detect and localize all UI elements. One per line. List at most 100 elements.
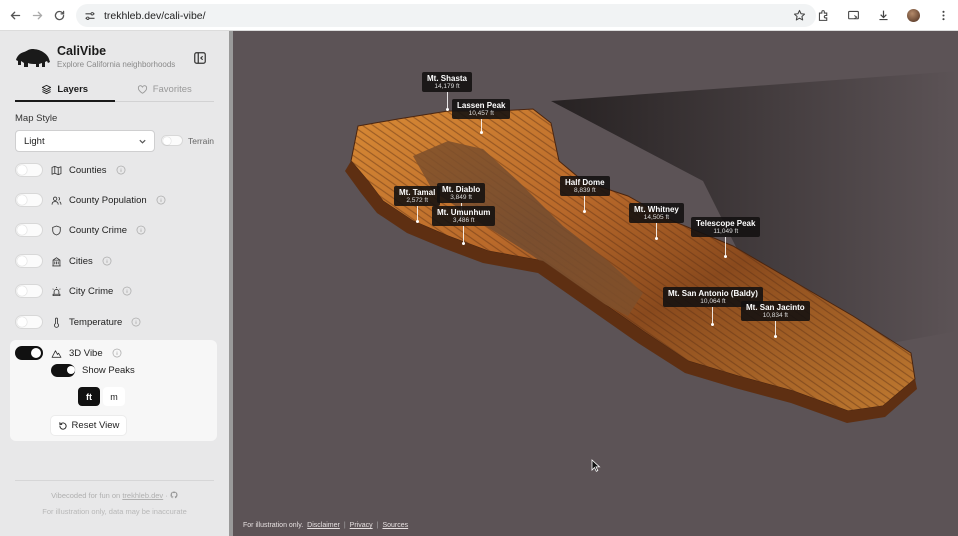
more-menu-icon[interactable] — [934, 4, 952, 26]
info-icon[interactable] — [122, 286, 132, 296]
info-icon[interactable] — [112, 348, 122, 358]
footer-credit: Vibecoded for fun on trekhleb.dev · — [0, 491, 229, 500]
peak-stem — [416, 206, 418, 220]
show-peaks-toggle[interactable] — [51, 364, 75, 377]
layer-row-county-crime: County Crime — [15, 221, 146, 239]
bookmark-star-icon[interactable] — [793, 9, 806, 22]
info-icon[interactable] — [156, 195, 166, 205]
reset-icon — [58, 421, 67, 430]
cities-toggle[interactable] — [15, 254, 43, 268]
privacy-link[interactable]: Privacy — [350, 522, 373, 529]
peak-label: Mt. Umunhum 3,486 ft — [432, 206, 496, 226]
peak-lassen-peak[interactable]: Lassen Peak 10,457 ft — [452, 99, 511, 134]
peak-half-dome[interactable]: Half Dome 8,839 ft — [560, 176, 610, 213]
download-icon[interactable] — [874, 4, 892, 26]
city-crime-label: City Crime — [69, 285, 114, 297]
peak-telescope-peak[interactable]: Telescope Peak 11,049 ft — [691, 217, 761, 258]
vibe-options-card: 3D Vibe Show Peaks ft m Reset View — [10, 340, 217, 441]
sidebar: CaliVibe Explore California neighborhood… — [0, 31, 229, 536]
disclaimer-link[interactable]: Disclaimer — [307, 522, 340, 529]
peak-stem — [463, 226, 465, 242]
layer-row-3d-vibe: 3D Vibe — [15, 344, 122, 362]
layer-row-temperature: Temperature — [15, 313, 141, 331]
info-icon[interactable] — [102, 256, 112, 266]
thermometer-icon — [54, 317, 59, 328]
info-icon[interactable] — [136, 225, 146, 235]
browser-toolbar: trekhleb.dev/cali-vibe/ — [0, 0, 958, 31]
peak-name: Mt. Whitney — [634, 205, 679, 214]
peak-label: Half Dome 8,839 ft — [560, 176, 610, 196]
county-crime-toggle[interactable] — [15, 223, 43, 237]
map-attribution: For illustration only. Disclaimer | Priv… — [243, 522, 408, 529]
peak-label: Mt. Tamal 2,572 ft — [394, 186, 441, 206]
layer-row-cities: Cities — [15, 252, 112, 270]
info-icon[interactable] — [131, 317, 141, 327]
map-icon — [51, 165, 62, 175]
peak-stem — [584, 196, 586, 210]
peak-marker — [773, 335, 777, 338]
extensions-icon[interactable] — [814, 4, 832, 26]
peak-marker — [462, 242, 466, 245]
address-bar[interactable]: trekhleb.dev/cali-vibe/ — [76, 4, 816, 27]
peak-elevation: 3,486 ft — [452, 217, 475, 224]
counties-label: Counties — [69, 164, 107, 176]
peak-elevation: 2,572 ft — [406, 197, 428, 204]
peak-label: Mt. Whitney 14,505 ft — [629, 203, 684, 223]
3d-vibe-toggle[interactable] — [15, 346, 43, 360]
peak-mt-umunhum[interactable]: Mt. Umunhum 3,486 ft — [432, 206, 496, 245]
peak-label: Telescope Peak 11,049 ft — [691, 217, 761, 237]
peak-name: Mt. San Antonio (Baldy) — [668, 289, 758, 298]
info-icon[interactable] — [116, 165, 126, 175]
peak-elevation: 14,179 ft — [434, 83, 460, 90]
reset-view-button[interactable]: Reset View — [51, 416, 126, 435]
peak-elevation: 11,049 ft — [713, 228, 739, 235]
map-canvas[interactable]: Mt. Shasta 14,179 ft Lassen Peak 10,457 … — [233, 31, 958, 536]
peak-mt-whitney[interactable]: Mt. Whitney 14,505 ft — [629, 203, 684, 240]
back-arrow-icon[interactable] — [4, 4, 26, 26]
counties-toggle[interactable] — [15, 163, 43, 177]
site-settings-icon[interactable] — [84, 10, 96, 22]
county-population-label: County Population — [69, 194, 147, 206]
attribution-note: For illustration only. — [243, 522, 304, 529]
cast-icon[interactable] — [844, 4, 862, 26]
siren-icon — [52, 286, 61, 296]
tab-layers[interactable]: Layers — [15, 78, 115, 102]
heart-icon — [137, 85, 147, 94]
terrain-toggle[interactable] — [161, 135, 183, 146]
collapse-sidebar-icon[interactable] — [193, 51, 207, 65]
show-peaks-label: Show Peaks — [82, 365, 135, 376]
chevron-down-icon — [139, 139, 146, 144]
city-crime-toggle[interactable] — [15, 284, 43, 298]
footer-disclaimer: For illustration only, data may be inacc… — [42, 507, 187, 516]
tab-favorites[interactable]: Favorites — [115, 78, 215, 101]
bear-logo-icon — [16, 48, 50, 67]
map-style-select[interactable]: Light — [15, 130, 155, 152]
peak-marker — [654, 237, 658, 240]
peak-stem — [446, 92, 448, 108]
temperature-toggle[interactable] — [15, 315, 43, 329]
unit-m-button[interactable]: m — [103, 387, 125, 406]
peak-mt-san-jacinto[interactable]: Mt. San Jacinto 10,834 ft — [741, 301, 810, 338]
github-icon[interactable] — [170, 491, 178, 499]
peak-name: Telescope Peak — [696, 219, 756, 228]
separator: | — [343, 522, 346, 529]
mountain-icon — [51, 349, 62, 358]
footer-separator: · — [165, 491, 168, 500]
shield-icon — [52, 225, 61, 235]
sources-link[interactable]: Sources — [382, 522, 408, 529]
county-population-toggle[interactable] — [15, 193, 43, 207]
footer-credit-link[interactable]: trekhleb.dev — [122, 491, 163, 500]
building-icon — [52, 256, 61, 266]
unit-ft-button[interactable]: ft — [78, 387, 100, 406]
show-peaks-row: Show Peaks — [51, 364, 135, 377]
terrain-label: Terrain — [188, 135, 214, 146]
forward-arrow-icon[interactable] — [26, 4, 48, 26]
peak-elevation: 10,457 ft — [468, 110, 494, 117]
peak-elevation: 8,839 ft — [573, 187, 596, 194]
url-text[interactable]: trekhleb.dev/cali-vibe/ — [104, 10, 206, 22]
reload-icon[interactable] — [48, 4, 70, 26]
peak-stem — [480, 119, 482, 131]
3d-vibe-label: 3D Vibe — [69, 347, 103, 359]
profile-avatar[interactable] — [904, 4, 922, 26]
peak-stem — [712, 307, 714, 323]
